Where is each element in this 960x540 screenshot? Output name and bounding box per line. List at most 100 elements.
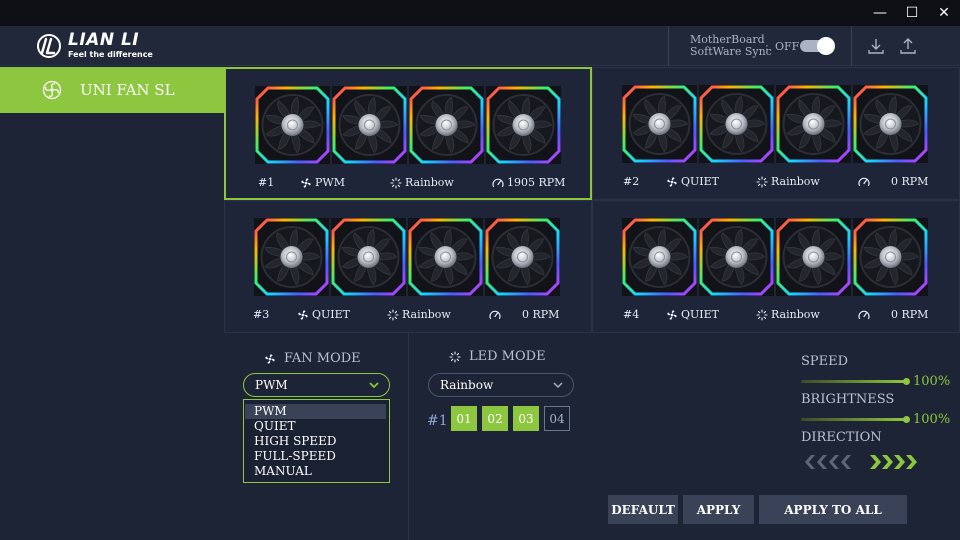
fan-unit-icon (699, 218, 774, 296)
fan-group-2[interactable]: #2 QUIET Rainbow 0 RPM (592, 67, 960, 200)
direction-right-arrows-icon[interactable] (868, 455, 924, 469)
group-mode: PWM (300, 176, 345, 189)
group-mode-label: PWM (315, 176, 345, 189)
group-id: #4 (623, 308, 640, 321)
led-fan-toggle-01[interactable]: 01 (451, 406, 477, 431)
group-rpm: 1905 RPM (492, 176, 565, 189)
speedometer-icon (858, 310, 870, 319)
upload-icon[interactable] (898, 36, 918, 56)
fan-unit (485, 85, 562, 165)
chevron-down-icon (553, 382, 563, 389)
brand-name: LIAN LI (68, 30, 140, 50)
maximize-button[interactable]: ☐ (896, 0, 928, 26)
group-effect: Rainbow (756, 308, 820, 321)
fan-unit (852, 84, 929, 164)
lianli-logo-icon (37, 33, 61, 58)
fan-mode-dropdown: PWM QUIET HIGH SPEED FULL-SPEED MANUAL (243, 399, 390, 483)
fan-mode-select[interactable]: PWM (243, 373, 390, 397)
led-fan-toggle-02[interactable]: 02 (482, 406, 508, 431)
fan-row (253, 217, 561, 297)
fan-unit-icon (853, 85, 928, 163)
brightness-label: BRIGHTNESS (801, 392, 895, 407)
fan-unit (407, 217, 484, 297)
group-mode: QUIET (297, 308, 350, 321)
group-rpm: 0 RPM (858, 308, 928, 321)
brightness-slider[interactable] (801, 418, 906, 421)
fan-group-3[interactable]: #3 QUIET Rainbow 0 RPM (224, 200, 592, 333)
sync-label-line2: SoftWare Sync (690, 45, 772, 58)
fan-mode-option-manual[interactable]: MANUAL (245, 464, 386, 479)
fan-row (621, 84, 929, 164)
fan-group-4[interactable]: #4 QUIET Rainbow 0 RPM (592, 200, 960, 333)
controls-divider (408, 333, 409, 540)
led-effect-icon (449, 350, 461, 363)
fan-unit-icon (332, 86, 407, 164)
fan-mode-option-pwm[interactable]: PWM (245, 404, 386, 419)
fan-unit (698, 84, 775, 164)
close-button[interactable]: ✕ (928, 0, 960, 26)
chevron-down-icon (369, 382, 379, 389)
speed-slider[interactable] (801, 380, 906, 383)
direction-left-arrows-icon[interactable] (801, 455, 857, 469)
group-mode-label: QUIET (681, 175, 720, 188)
fan-unit-icon (408, 218, 483, 296)
fan-unit-icon (622, 218, 697, 296)
fan-unit (253, 217, 330, 297)
speed-slider-handle[interactable] (903, 378, 910, 385)
apply-to-all-button[interactable]: APPLY TO ALL (759, 495, 907, 524)
fan-unit-icon (485, 218, 560, 296)
fan-mode-title-label: FAN MODE (284, 351, 361, 366)
fan-unit-icon (409, 86, 484, 164)
minimize-button[interactable]: — (864, 0, 896, 26)
led-mode-select[interactable]: Rainbow (428, 373, 574, 397)
fan-mode-option-full-speed[interactable]: FULL-SPEED (245, 449, 386, 464)
group-rpm-label: 0 RPM (522, 308, 560, 321)
speedometer-icon (489, 310, 501, 319)
group-rpm-label: 1905 RPM (507, 176, 566, 189)
brand-logo: LIAN LI Feel the difference (36, 32, 153, 59)
fan-unit-icon (699, 85, 774, 163)
group-effect-label: Rainbow (402, 308, 451, 321)
fan-mode-title: FAN MODE (264, 351, 361, 366)
fan-mode-icon (667, 309, 677, 320)
fan-unit (852, 217, 929, 297)
header-divider (668, 26, 669, 66)
led-mode-title-label: LED MODE (469, 349, 546, 364)
led-fan-toggle-04[interactable]: 04 (544, 406, 570, 431)
fan-mode-option-quiet[interactable]: QUIET (245, 419, 386, 434)
brightness-slider-handle[interactable] (903, 416, 910, 423)
fan-unit (254, 85, 331, 165)
group-id: #2 (623, 175, 640, 188)
sync-toggle[interactable] (800, 37, 835, 55)
fan-group-1[interactable]: #1 PWM Rainbow 1905 RPM (224, 67, 592, 200)
fan-unit-icon (486, 86, 561, 164)
led-group-label: #1 (427, 413, 448, 429)
group-rpm: 0 RPM (489, 308, 559, 321)
apply-button[interactable]: APPLY (683, 495, 754, 524)
led-effect-icon (756, 308, 768, 321)
fan-unit (698, 217, 775, 297)
group-rpm-label: 0 RPM (891, 308, 929, 321)
sidebar-item-label: UNI FAN SL (80, 81, 175, 99)
sidebar-item-uni-fan-sl[interactable]: UNI FAN SL (0, 67, 224, 113)
led-fan-toggle-03[interactable]: 03 (513, 406, 539, 431)
sync-toggle-knob (817, 37, 835, 55)
fan-unit-icon (254, 218, 329, 296)
group-id: #3 (253, 308, 270, 321)
group-effect-label: Rainbow (771, 308, 820, 321)
speed-value: 100% (913, 374, 951, 389)
header-divider (851, 26, 852, 66)
brand-tagline: Feel the difference (68, 50, 153, 59)
sidebar-panel (0, 113, 224, 540)
group-effect: Rainbow (756, 175, 820, 188)
led-effect-icon (390, 176, 402, 189)
default-button[interactable]: DEFAULT (608, 495, 678, 524)
fan-mode-option-high-speed[interactable]: HIGH SPEED (245, 434, 386, 449)
download-icon[interactable] (866, 36, 886, 56)
fan-unit (775, 217, 852, 297)
fan-unit (621, 84, 698, 164)
fan-icon (42, 80, 62, 100)
fan-unit-icon (776, 85, 851, 163)
app-header: LIAN LI Feel the difference MotherBoard … (0, 26, 960, 66)
fan-groups: #1 PWM Rainbow 1905 RPM #2 QUIET Rainbow… (224, 67, 960, 333)
